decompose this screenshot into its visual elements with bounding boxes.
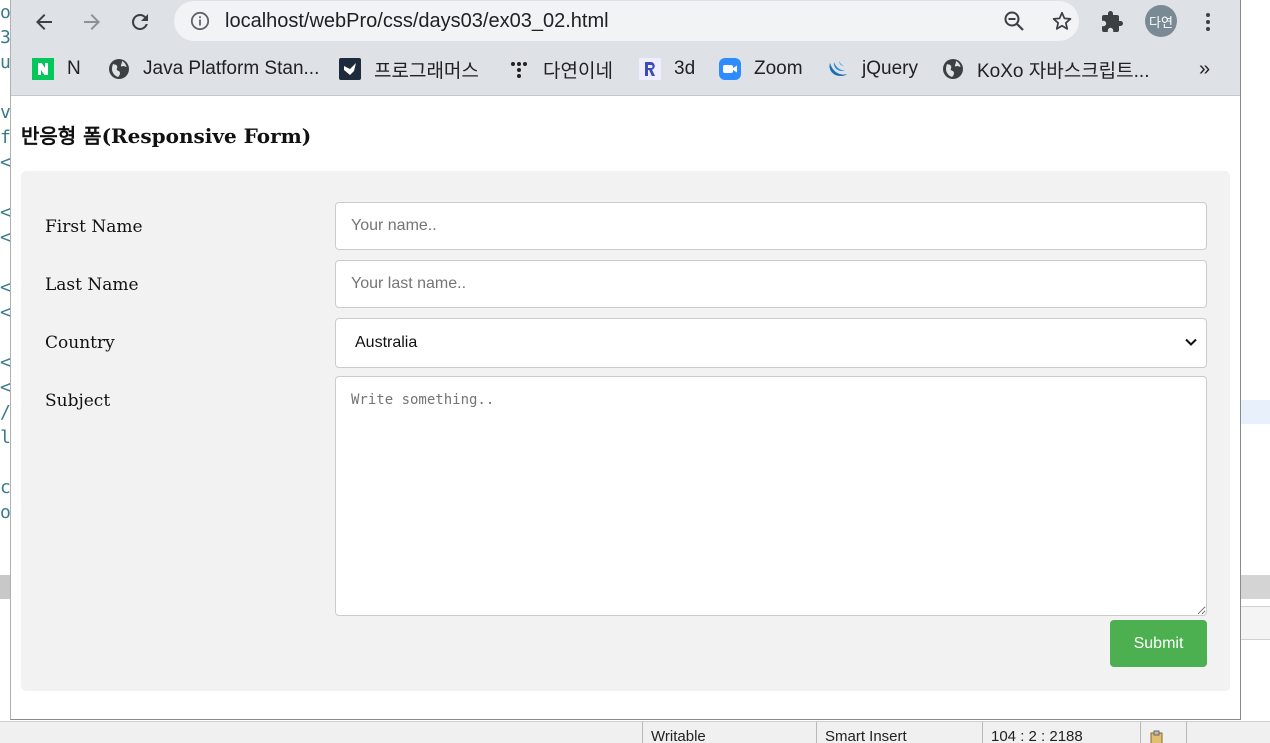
r-logo-icon [639,58,661,80]
bookmark-koxo[interactable]: KoXo 자바스크립트... [942,56,1149,82]
subject-textarea[interactable] [335,376,1207,616]
info-icon[interactable] [188,9,212,33]
browser-window: localhost/webPro/css/days03/ex03_02.html… [10,0,1241,720]
url-text[interactable]: localhost/webPro/css/days03/ex03_02.html [225,10,609,33]
subject-label: Subject [45,391,111,411]
bookmarks-bar: N Java Platform Stan... 프로그래머스 다연이네 3d Z… [11,44,1240,96]
form-container: First Name Last Name Country Australia S… [21,171,1230,691]
zoom-icon [719,58,741,80]
status-mode: Writable [642,722,819,743]
bookmark-label: 프로그래머스 [374,60,479,82]
background-band-right [1241,575,1270,599]
first-name-input[interactable] [335,202,1207,250]
submit-button[interactable]: Submit [1110,620,1207,667]
menu-button[interactable] [1192,6,1224,38]
status-position: 104 : 2 : 2188 [982,722,1141,743]
background-highlight-line [1241,400,1270,424]
back-arrow-icon [36,14,52,30]
bookmark-label: KoXo 자바스크립트... [977,60,1150,82]
star-icon[interactable] [1050,9,1074,33]
zoom-out-icon[interactable] [1002,9,1026,33]
extensions-button[interactable] [1096,6,1128,38]
back-button[interactable] [28,6,60,38]
bookmark-3d[interactable]: 3d [639,56,695,82]
last-name-input[interactable] [335,260,1207,308]
bookmark-programmers[interactable]: 프로그래머스 [339,56,479,82]
browser-toolbar: localhost/webPro/css/days03/ex03_02.html… [11,0,1240,44]
country-label: Country [45,333,115,353]
bookmark-label: 3d [674,58,696,79]
programmers-icon [339,58,361,80]
page-content: 반응형 폼(Responsive Form) First Name Last N… [11,96,1240,719]
globe-icon [108,58,130,80]
naver-icon [32,58,54,80]
bookmark-jquery[interactable]: jQuery [827,56,918,82]
bookmark-naver[interactable]: N [32,56,81,82]
jquery-icon [827,58,849,80]
globe-icon [942,58,964,80]
last-name-label: Last Name [45,275,139,295]
bookmark-zoom[interactable]: Zoom [719,56,803,82]
address-bar[interactable]: localhost/webPro/css/days03/ex03_02.html [174,1,1079,41]
country-select[interactable]: Australia [335,318,1207,368]
chevron-down-icon [1185,338,1197,346]
bookmark-dayeon[interactable]: 다연이네 [508,56,613,82]
country-selected-value: Australia [355,334,418,351]
editor-status-bar: Writable Smart Insert 104 : 2 : 2188 [0,721,1270,743]
reload-icon [132,14,148,30]
puzzle-icon [1102,11,1123,32]
background-separator [1241,606,1270,640]
bookmark-label: 다연이네 [543,60,613,82]
bookmark-label: Zoom [754,58,803,79]
bookmark-label: N [67,58,81,79]
forward-button[interactable] [76,6,108,38]
dots-icon [508,58,530,80]
status-empty [1186,722,1270,743]
reload-button[interactable] [124,6,156,38]
profile-avatar[interactable]: 다연 [1145,5,1177,37]
first-name-label: First Name [45,217,143,237]
page-title: 반응형 폼(Responsive Form) [21,124,312,148]
clipboard-icon [1140,722,1179,743]
kebab-menu-icon [1206,13,1210,31]
forward-arrow-icon [84,14,100,30]
bookmark-label: Java Platform Stan... [143,58,320,79]
bookmark-java[interactable]: Java Platform Stan... [108,56,319,82]
bookmark-label: jQuery [862,58,918,79]
status-insert: Smart Insert [816,722,983,743]
bookmarks-overflow-button[interactable]: » [1199,56,1210,82]
